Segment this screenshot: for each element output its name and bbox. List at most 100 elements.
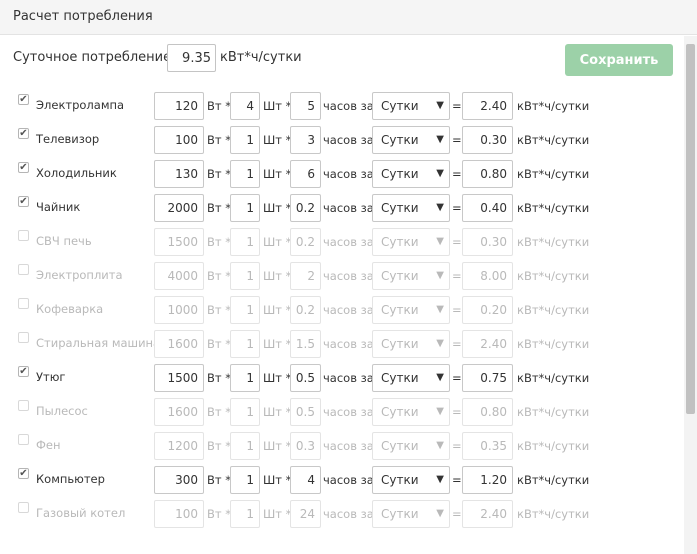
hours-unit-label: часов за <box>323 133 374 147</box>
daily-consumption-field[interactable] <box>167 44 216 72</box>
daily-consumption-label: Суточное потребление: <box>13 50 176 65</box>
hours-field[interactable]: 0.2 <box>290 228 321 256</box>
equals-label: = <box>452 133 462 147</box>
quantity-field[interactable]: 1 <box>230 296 260 324</box>
quantity-field[interactable]: 1 <box>230 160 260 188</box>
result-field: 0.75 <box>462 364 513 392</box>
hours-unit-label: часов за <box>323 439 374 453</box>
enable-checkbox[interactable] <box>18 298 29 309</box>
hours-field[interactable]: 0.2 <box>290 194 321 222</box>
power-field[interactable]: 100 <box>154 126 204 154</box>
period-value: Сутки <box>381 303 419 317</box>
appliance-row: Фен 1200 Вт * 1 Шт * 0.3 часов за Сутки ▼ = 0.35 кВ… <box>0 432 684 466</box>
enable-checkbox[interactable]: ✔ <box>18 196 29 207</box>
quantity-field[interactable]: 4 <box>230 92 260 120</box>
period-select[interactable]: Сутки ▼ <box>372 466 450 494</box>
chevron-down-icon: ▼ <box>436 202 444 213</box>
power-field[interactable]: 1500 <box>154 228 204 256</box>
quantity-field[interactable]: 1 <box>230 398 260 426</box>
quantity-field[interactable]: 1 <box>230 126 260 154</box>
enable-checkbox[interactable] <box>18 434 29 445</box>
period-select[interactable]: Сутки ▼ <box>372 92 450 120</box>
enable-checkbox[interactable]: ✔ <box>18 366 29 377</box>
power-field[interactable]: 100 <box>154 500 204 528</box>
power-field[interactable]: 1000 <box>154 296 204 324</box>
hours-field[interactable]: 0.3 <box>290 432 321 460</box>
appliance-name: Утюг <box>36 370 66 384</box>
enable-checkbox[interactable]: ✔ <box>18 128 29 139</box>
enable-checkbox[interactable]: ✔ <box>18 162 29 173</box>
period-select[interactable]: Сутки ▼ <box>372 126 450 154</box>
enable-checkbox[interactable] <box>18 230 29 241</box>
hours-field[interactable]: 4 <box>290 466 321 494</box>
quantity-field[interactable]: 1 <box>230 432 260 460</box>
power-field[interactable]: 2000 <box>154 194 204 222</box>
save-button[interactable]: Сохранить <box>565 44 673 76</box>
power-field[interactable]: 300 <box>154 466 204 494</box>
result-field: 2.40 <box>462 92 513 120</box>
result-unit-label: кВт*ч/сутки <box>517 405 590 419</box>
power-field[interactable]: 1600 <box>154 398 204 426</box>
enable-checkbox[interactable] <box>18 400 29 411</box>
enable-checkbox[interactable] <box>18 264 29 275</box>
enable-checkbox[interactable] <box>18 502 29 513</box>
power-unit-label: Вт * <box>207 439 231 453</box>
scrollbar-thumb[interactable] <box>686 44 695 414</box>
period-value: Сутки <box>381 235 419 249</box>
hours-field[interactable]: 5 <box>290 92 321 120</box>
power-field[interactable]: 1200 <box>154 432 204 460</box>
period-select[interactable]: Сутки ▼ <box>372 228 450 256</box>
period-select[interactable]: Сутки ▼ <box>372 398 450 426</box>
power-field[interactable]: 1500 <box>154 364 204 392</box>
power-field[interactable]: 1600 <box>154 330 204 358</box>
period-select[interactable]: Сутки ▼ <box>372 500 450 528</box>
hours-field[interactable]: 0.2 <box>290 296 321 324</box>
period-select[interactable]: Сутки ▼ <box>372 432 450 460</box>
result-unit-label: кВт*ч/сутки <box>517 337 590 351</box>
quantity-field[interactable]: 1 <box>230 466 260 494</box>
enable-checkbox[interactable]: ✔ <box>18 94 29 105</box>
quantity-field[interactable]: 1 <box>230 500 260 528</box>
hours-field[interactable]: 3 <box>290 126 321 154</box>
result-field: 0.40 <box>462 194 513 222</box>
quantity-field[interactable]: 1 <box>230 330 260 358</box>
period-select[interactable]: Сутки ▼ <box>372 364 450 392</box>
enable-checkbox[interactable]: ✔ <box>18 468 29 479</box>
equals-label: = <box>452 473 462 487</box>
result-unit-label: кВт*ч/сутки <box>517 439 590 453</box>
hours-unit-label: часов за <box>323 167 374 181</box>
period-value: Сутки <box>381 405 419 419</box>
hours-field[interactable]: 0.5 <box>290 398 321 426</box>
enable-checkbox[interactable] <box>18 332 29 343</box>
appliance-row: ✔ Чайник 2000 Вт * 1 Шт * 0.2 часов за Сутки ▼ = 0.… <box>0 194 684 228</box>
power-field[interactable]: 130 <box>154 160 204 188</box>
quantity-field[interactable]: 1 <box>230 364 260 392</box>
equals-label: = <box>452 337 462 351</box>
result-unit-label: кВт*ч/сутки <box>517 133 590 147</box>
appliance-name: Компьютер <box>36 472 105 486</box>
hours-field[interactable]: 1.5 <box>290 330 321 358</box>
hours-field[interactable]: 24 <box>290 500 321 528</box>
chevron-down-icon: ▼ <box>436 134 444 145</box>
period-select[interactable]: Сутки ▼ <box>372 330 450 358</box>
hours-field[interactable]: 6 <box>290 160 321 188</box>
appliance-row: Стиральная машина 1600 Вт * 1 Шт * 1.5 часов з… <box>0 330 684 364</box>
hours-field[interactable]: 2 <box>290 262 321 290</box>
power-field[interactable]: 120 <box>154 92 204 120</box>
period-select[interactable]: Сутки ▼ <box>372 194 450 222</box>
quantity-field[interactable]: 1 <box>230 194 260 222</box>
quantity-field[interactable]: 1 <box>230 262 260 290</box>
quantity-field[interactable]: 1 <box>230 228 260 256</box>
period-select[interactable]: Сутки ▼ <box>372 296 450 324</box>
result-field: 1.20 <box>462 466 513 494</box>
appliance-row: Пылесос 1600 Вт * 1 Шт * 0.5 часов за Сутки ▼ = 0.… <box>0 398 684 432</box>
power-field[interactable]: 4000 <box>154 262 204 290</box>
quantity-unit-label: Шт * <box>263 405 292 419</box>
period-select[interactable]: Сутки ▼ <box>372 262 450 290</box>
period-value: Сутки <box>381 337 419 351</box>
hours-field[interactable]: 0.5 <box>290 364 321 392</box>
period-select[interactable]: Сутки ▼ <box>372 160 450 188</box>
equals-label: = <box>452 439 462 453</box>
power-unit-label: Вт * <box>207 371 231 385</box>
equals-label: = <box>452 405 462 419</box>
